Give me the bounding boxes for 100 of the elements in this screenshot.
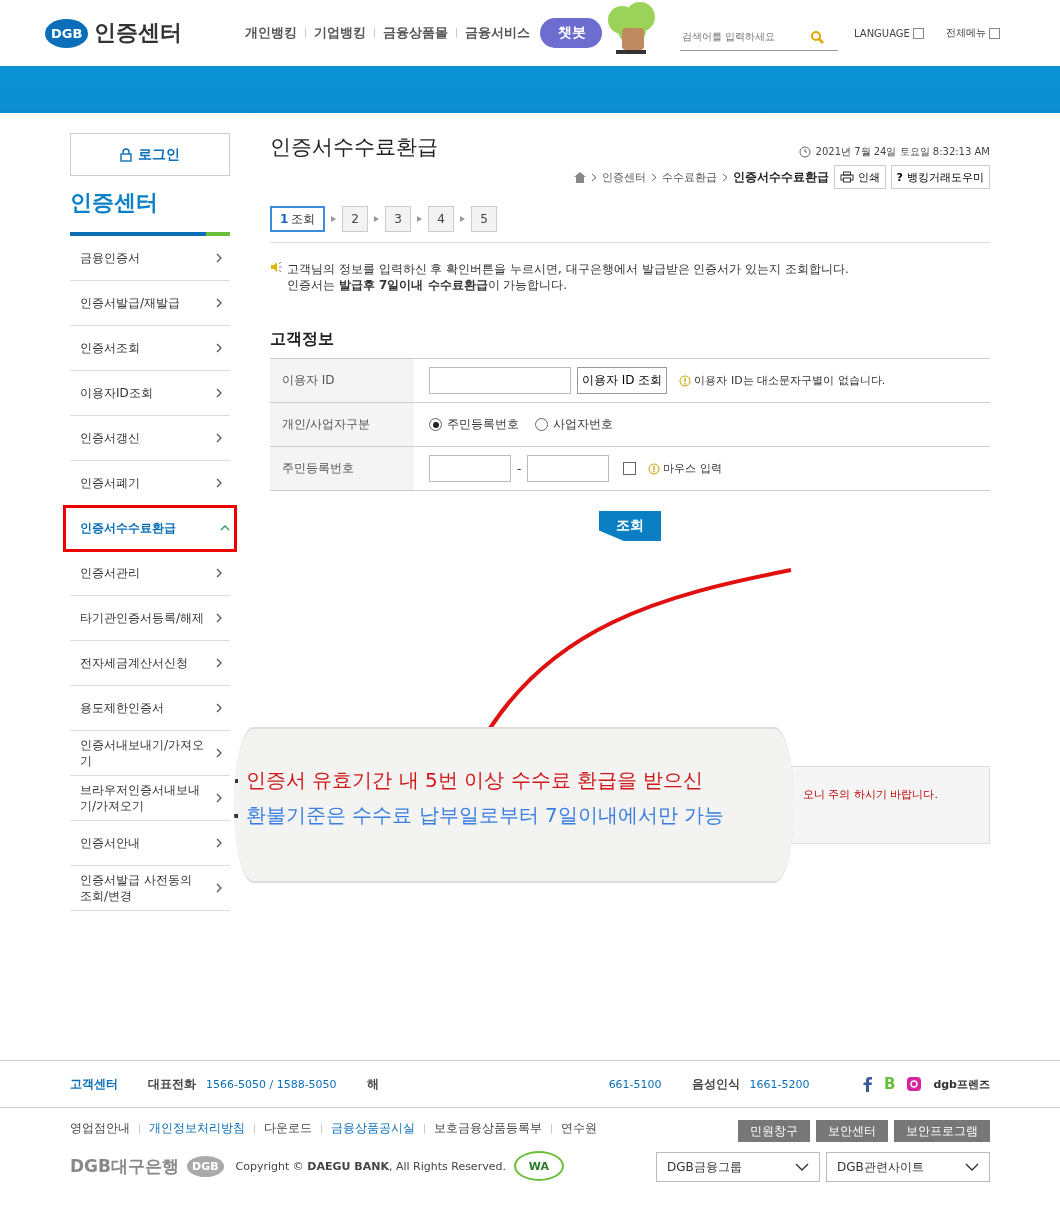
site-select[interactable]: DGB금융그룹: [656, 1152, 820, 1182]
resident-number-field[interactable]: [429, 455, 511, 482]
phone-label: 음성인식: [691, 1075, 740, 1093]
footer-link[interactable]: 영업점안내: [70, 1120, 130, 1137]
footer-link[interactable]: 개인정보처리방침: [149, 1120, 245, 1137]
help-button[interactable]: ? 뱅킹거래도우미: [890, 165, 990, 189]
info-icon: [648, 462, 661, 475]
sidebar-item[interactable]: 인증서발급 사전동의 조회/변경: [70, 866, 230, 911]
chevron-right-icon: [214, 253, 224, 263]
sidebar-title: 인증센터: [70, 189, 159, 217]
breadcrumb-link[interactable]: 수수료환급: [661, 169, 717, 185]
language-menu[interactable]: LANGUAGE: [854, 27, 924, 39]
sidebar-item[interactable]: 인증서갱신: [70, 416, 230, 461]
chevron-right-icon: [590, 172, 597, 182]
clock-icon: [798, 146, 811, 158]
nav-link[interactable]: 기업뱅킹: [314, 24, 366, 42]
sidebar-item[interactable]: 인증서조회: [70, 326, 230, 371]
phone-label: 해: [366, 1075, 379, 1093]
step-tab[interactable]: 2: [342, 206, 369, 232]
hint-text: 이용자 ID는 대소문자구별이 없습니다.: [679, 373, 886, 388]
nav-link[interactable]: 개인뱅킹: [245, 24, 297, 42]
chevron-right-icon: [214, 433, 224, 443]
triangle-right-icon: [460, 216, 466, 222]
date-time: 2021년 7월 24일 토요일 8:32:13 AM: [815, 145, 990, 159]
copyright-text: Copyright © DAEGU BANK, All Rights Reserved.: [235, 1159, 506, 1173]
sidebar-item[interactable]: 이용자ID조회: [70, 371, 230, 416]
page-title: 인증서수수료환급: [270, 134, 438, 161]
chevron-right-icon: [214, 568, 224, 578]
nav-link[interactable]: 금융서비스: [465, 24, 530, 42]
checkbox[interactable]: [623, 462, 637, 475]
all-menu-button[interactable]: 전체메뉴: [945, 26, 1000, 40]
sidebar-item[interactable]: 인증서수수료환급: [64, 506, 236, 551]
sidebar-item[interactable]: 용도제한인증서: [70, 686, 230, 731]
chevron-down-icon[interactable]: [965, 1163, 979, 1171]
sidebar-item[interactable]: 인증서발급/재발급: [70, 281, 230, 326]
breadcrumb-link[interactable]: 인증센터: [601, 169, 646, 185]
triangle-right-icon: [374, 216, 380, 222]
accessibility-mark: WA: [513, 1151, 564, 1181]
radio-option[interactable]: 사업자번호: [535, 416, 613, 433]
phone-label: 대표전화: [148, 1075, 196, 1093]
step-tab[interactable]: 1 조회: [270, 206, 326, 232]
form-label: 주민등록번호: [270, 447, 414, 490]
lock-icon: [120, 147, 132, 162]
search-button[interactable]: 조회: [599, 511, 661, 541]
step-tab[interactable]: 3: [385, 206, 412, 232]
sidebar-item[interactable]: 금융인증서: [70, 236, 230, 281]
footer-button[interactable]: 민원창구: [738, 1120, 810, 1142]
home-icon[interactable]: [573, 171, 586, 183]
step-tab[interactable]: 5: [471, 206, 498, 232]
phone-number: 1566-5050 / 1588-5050: [206, 1077, 337, 1091]
footer-link[interactable]: 다운로드: [264, 1120, 312, 1137]
footer-title: 고객센터: [70, 1075, 118, 1093]
footer-link[interactable]: 연수원: [561, 1120, 597, 1137]
sidebar-item[interactable]: 타기관인증서등록/해제: [70, 596, 230, 641]
nav-link[interactable]: 금융상품몰: [383, 24, 448, 42]
sidebar-item[interactable]: 인증서폐기: [70, 461, 230, 506]
chevron-right-icon: [214, 613, 224, 623]
chevron-right-icon: [214, 838, 224, 848]
footer-link[interactable]: 금융상품공시실: [331, 1120, 415, 1137]
info-icon: [679, 374, 692, 387]
site-select[interactable]: DGB관련사이트: [826, 1152, 990, 1182]
user-id-field[interactable]: [429, 367, 571, 394]
facebook-icon[interactable]: [862, 1076, 872, 1092]
footer-link[interactable]: 보호금융상품등록부: [434, 1120, 542, 1137]
chevron-right-icon: [214, 343, 224, 353]
sidebar-item[interactable]: 브라우저인증서내보내기/가져오기: [70, 776, 230, 821]
bank-logo: DGB대구은행: [70, 1154, 180, 1178]
friends-link[interactable]: dgb프렌즈: [933, 1076, 990, 1092]
user-id-lookup-button[interactable]: 이용자 ID 조회: [577, 367, 668, 394]
radio-option[interactable]: 주민등록번호: [429, 416, 519, 433]
form-label: 개인/사업자구분: [270, 403, 414, 446]
footer-button[interactable]: 보안프로그램: [894, 1120, 990, 1142]
login-button[interactable]: 로그인: [70, 133, 230, 176]
resident-number-field[interactable]: [527, 455, 610, 482]
chatbot-button[interactable]: 챗봇: [540, 18, 602, 48]
printer-icon: [839, 171, 854, 183]
intro-text: 고객님의 정보를 입력하신 후 확인버튼을 누르시면, 대구은행에서 발급받은 인증서가 있는지 조회합니다.: [287, 261, 849, 277]
logo-text: 인증센터: [94, 19, 183, 47]
speaker-icon: [270, 261, 282, 273]
sidebar-item[interactable]: 인증서안내: [70, 821, 230, 866]
step-tab[interactable]: 4: [428, 206, 455, 232]
chevron-right-icon: [214, 703, 224, 713]
phone-number: 1661-5200: [749, 1077, 810, 1091]
chevron-up-icon: [220, 523, 230, 533]
separator-text: -: [517, 461, 522, 476]
footer-button[interactable]: 보안센터: [816, 1120, 888, 1142]
chevron-right-icon: [214, 658, 224, 668]
form-label: 이용자 ID: [270, 359, 414, 402]
instagram-icon[interactable]: [907, 1077, 922, 1091]
print-button[interactable]: 인쇄: [833, 165, 886, 189]
sidebar-item[interactable]: 인증서내보내기/가져오기: [70, 731, 230, 776]
sidebar-item[interactable]: 인증서관리: [70, 551, 230, 596]
chevron-down-icon[interactable]: [795, 1163, 809, 1171]
breadcrumb-link[interactable]: 인증서수수료환급: [732, 168, 829, 186]
chevron-right-icon: [214, 478, 224, 488]
chevron-right-icon: [214, 793, 224, 803]
bank-badge: DGB: [187, 1155, 224, 1177]
chevron-right-icon: [650, 172, 657, 182]
sidebar-item[interactable]: 전자세금계산서신청: [70, 641, 230, 686]
triangle-right-icon: [417, 216, 423, 222]
